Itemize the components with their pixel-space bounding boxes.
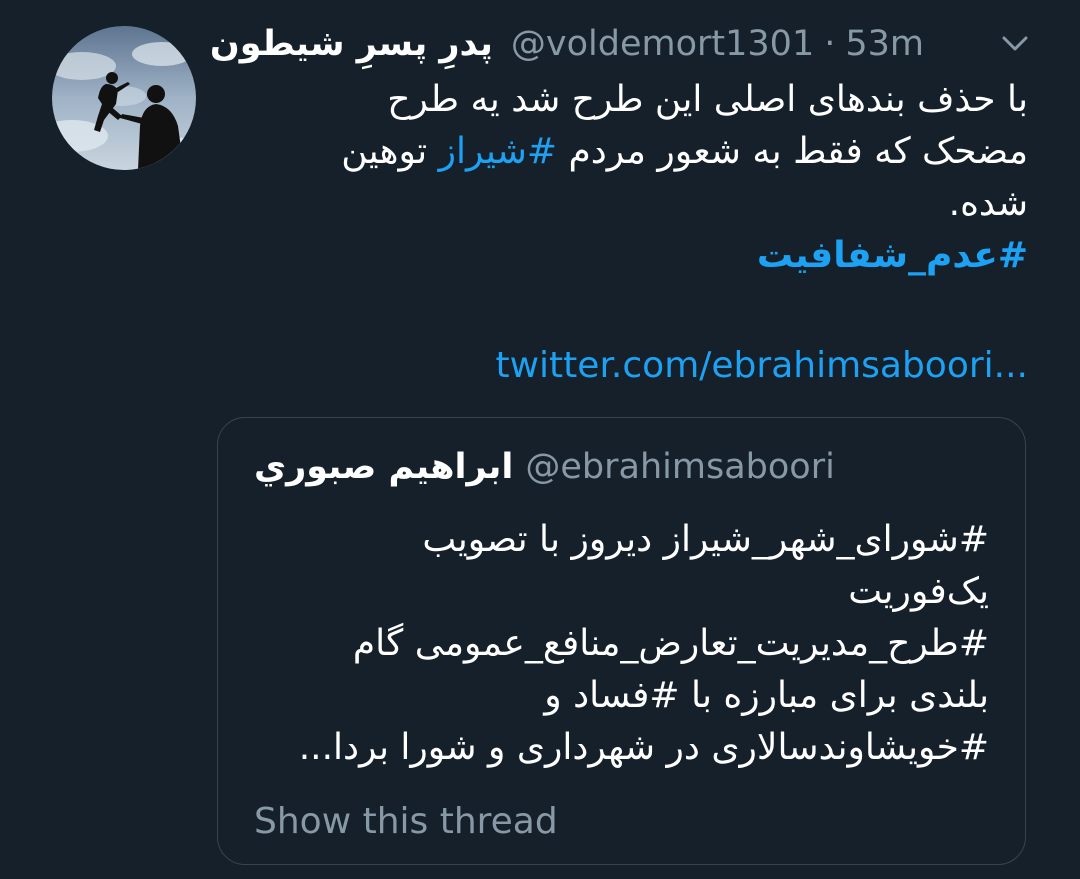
tweet[interactable]: پدرِ پسرِ شیطون @voldemort1301 · 53m با … bbox=[0, 0, 1080, 879]
timestamp[interactable]: 53m bbox=[845, 24, 924, 64]
hashtag-link[interactable]: #شیراز bbox=[439, 131, 557, 172]
separator: · bbox=[824, 24, 836, 64]
quoted-text-line: بلندی برای مبارزه با #فساد و bbox=[544, 675, 989, 716]
quoted-text-line: #خویشاوندسالاری در شهرداری و شورا بردا..… bbox=[298, 727, 989, 768]
quoted-author-name: ابراهیم صبوري bbox=[254, 447, 514, 487]
chevron-down-icon[interactable] bbox=[1000, 28, 1030, 58]
tweet-text: با حذف بندهای اصلی این طرح شد یه طرح مضح… bbox=[268, 74, 1028, 282]
quoted-tweet[interactable]: ابراهیم صبوري @ebrahimsaboori #شورای_شهر… bbox=[217, 417, 1026, 865]
show-thread-link[interactable]: Show this thread bbox=[254, 796, 558, 848]
tweet-text-line: #عدم_شفافیت bbox=[268, 230, 1028, 282]
quoted-text-line: یک‌فوریت bbox=[848, 571, 989, 612]
author-handle[interactable]: @voldemort1301 bbox=[511, 24, 814, 64]
tweet-text-segment: مضحک که فقط به شعور مردم bbox=[568, 131, 1028, 172]
quoted-author-handle: @ebrahimsaboori bbox=[525, 447, 835, 487]
tweet-text-line: مضحک که فقط به شعور مردم #شیراز توهین bbox=[268, 126, 1028, 178]
author-name[interactable]: پدرِ پسرِ شیطون bbox=[210, 24, 493, 64]
quoted-text-line: #طرح_مدیریت_تعارض_منافع_عمومی گام bbox=[352, 623, 989, 664]
tweet-text-line: با حذف بندهای اصلی این طرح شد یه طرح bbox=[387, 79, 1028, 120]
avatar-image bbox=[52, 26, 196, 170]
hashtag-link[interactable]: #عدم_شفافیت bbox=[757, 235, 1028, 276]
tweet-text-line: شده. bbox=[948, 183, 1028, 224]
quoted-text-line: #شورای_شهر_شیراز دیروز با تصویب bbox=[422, 519, 989, 560]
avatar[interactable] bbox=[52, 26, 196, 170]
tweet-header: پدرِ پسرِ شیطون @voldemort1301 · 53m bbox=[210, 20, 924, 68]
tweet-text-segment: توهین bbox=[341, 131, 428, 172]
quoted-tweet-text: #شورای_شهر_شیراز دیروز با تصویب یک‌فوریت… bbox=[249, 514, 989, 774]
quoted-tweet-header: ابراهیم صبوري @ebrahimsaboori bbox=[254, 442, 835, 492]
tweet-link[interactable]: twitter.com/ebrahimsaboori... bbox=[496, 340, 1029, 392]
